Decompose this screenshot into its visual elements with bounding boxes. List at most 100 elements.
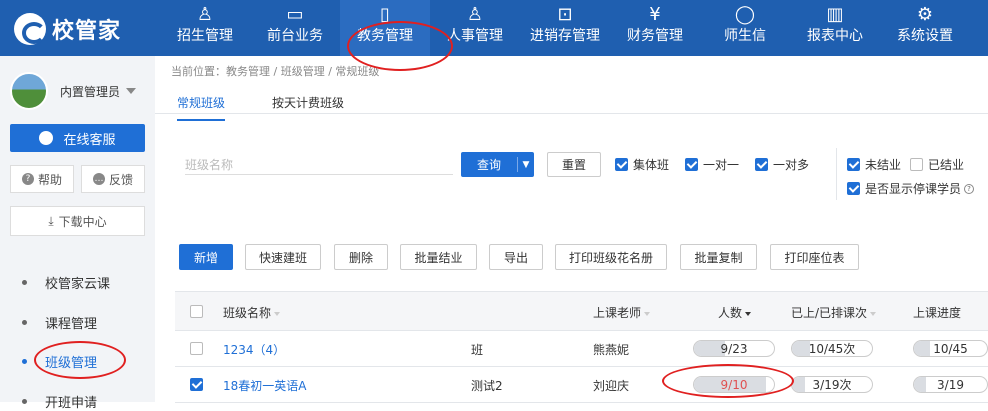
class-name-link[interactable]: 1234（4） bbox=[223, 341, 285, 358]
button-label: 删除 bbox=[348, 250, 373, 265]
checkbox-label: 是否显示停课学员 bbox=[865, 182, 962, 196]
nav-item-finance[interactable]: ¥ 财务管理 bbox=[610, 0, 700, 56]
nav-item-hr[interactable]: ♙ 人事管理 bbox=[430, 0, 520, 56]
chevron-down-icon[interactable]: ▼ bbox=[518, 160, 534, 170]
checkbox-label: 集体班 bbox=[633, 158, 670, 172]
service-label: 在线客服 bbox=[63, 132, 116, 148]
show-suspended-checkbox[interactable]: 是否显示停课学员? bbox=[847, 180, 975, 197]
nav-item-reports[interactable]: ▥ 报表中心 bbox=[790, 0, 880, 56]
not-finished-checkbox[interactable]: 未结业 bbox=[847, 156, 901, 173]
print-roster-button[interactable]: 打印班级花名册 bbox=[555, 244, 667, 270]
sidebar-item-classes[interactable]: 班级管理 bbox=[22, 352, 97, 371]
progress-fill bbox=[914, 377, 926, 392]
table-row[interactable]: 1234（4） 班 熊燕妮 9/23 10/45次 10/45 bbox=[175, 331, 988, 367]
question-icon[interactable]: ? bbox=[964, 183, 975, 194]
checkbox-label: 一对多 bbox=[773, 158, 810, 172]
class-partial-cell: 班 bbox=[471, 343, 484, 357]
gear-icon: ⚙ bbox=[916, 4, 934, 25]
header-teacher[interactable]: 上课老师 bbox=[593, 304, 651, 321]
tab-regular-class[interactable]: 常规班级 bbox=[177, 94, 226, 121]
checkbox-icon bbox=[910, 158, 923, 171]
header-progress[interactable]: 上课进度 bbox=[913, 304, 961, 321]
user-name: 内置管理员 bbox=[60, 84, 121, 99]
batch-copy-button[interactable]: 批量复制 bbox=[680, 244, 757, 270]
sort-icon bbox=[870, 311, 877, 316]
button-label: 打印座位表 bbox=[784, 250, 845, 265]
query-button[interactable]: 查询 ▼ bbox=[461, 152, 534, 177]
tab-bar: 常规班级 按天计费班级 bbox=[155, 84, 988, 121]
chat-icon: ◯ bbox=[734, 4, 756, 25]
row-checkbox[interactable] bbox=[190, 342, 203, 355]
print-seats-button[interactable]: 打印座位表 bbox=[770, 244, 859, 270]
sidebar-item-cloud-course[interactable]: 校管家云课 bbox=[22, 273, 110, 292]
button-label: 打印班级花名册 bbox=[568, 250, 653, 265]
sidebar-item-courses[interactable]: 课程管理 bbox=[22, 313, 97, 332]
online-service-button[interactable]: 在线客服 bbox=[10, 124, 145, 152]
checkbox-icon bbox=[847, 182, 860, 195]
nav-item-inventory[interactable]: ⊡ 进销存管理 bbox=[520, 0, 610, 56]
quick-create-button[interactable]: 快速建班 bbox=[245, 244, 321, 270]
export-button[interactable]: 导出 bbox=[489, 244, 543, 270]
checkbox-label: 一对一 bbox=[703, 158, 740, 172]
class-progress: 3/19 bbox=[913, 376, 988, 393]
checkbox-icon bbox=[685, 158, 698, 171]
sort-icon bbox=[644, 311, 651, 316]
nav-label: 招生管理 bbox=[177, 28, 233, 44]
table-row[interactable]: 18春初一英语A 测试2 刘迎庆 9/10 3/19次 3/19 bbox=[175, 367, 988, 403]
button-label: 快速建班 bbox=[258, 250, 307, 265]
nav-item-messaging[interactable]: ◯ 师生信 bbox=[700, 0, 790, 56]
finished-checkbox[interactable]: 已结业 bbox=[910, 156, 964, 173]
count-progress: 9/10 bbox=[693, 376, 775, 393]
group-class-checkbox[interactable]: 集体班 bbox=[615, 156, 669, 173]
yen-shield-icon: ¥ bbox=[649, 4, 661, 25]
teacher-cell: 刘迎庆 bbox=[593, 379, 630, 393]
chat-bubble-icon bbox=[39, 131, 54, 145]
nav-item-settings[interactable]: ⚙ 系统设置 bbox=[880, 0, 970, 56]
download-icon: ⤓ bbox=[48, 213, 54, 228]
delete-button[interactable]: 删除 bbox=[334, 244, 388, 270]
batch-finish-button[interactable]: 批量结业 bbox=[400, 244, 477, 270]
query-label: 查询 bbox=[476, 158, 501, 172]
nav-label: 前台业务 bbox=[267, 28, 323, 44]
tab-daily-billing-class[interactable]: 按天计费班级 bbox=[272, 94, 344, 119]
header-sessions[interactable]: 已上/已排课次 bbox=[791, 304, 877, 321]
header-label: 上课老师 bbox=[593, 306, 642, 320]
nav-item-front-desk[interactable]: ▭ 前台业务 bbox=[250, 0, 340, 56]
help-label: 帮助 bbox=[37, 172, 62, 187]
inbox-icon: ⊡ bbox=[557, 4, 573, 25]
progress-label: 3/19 bbox=[937, 377, 964, 392]
add-button[interactable]: 新增 bbox=[179, 244, 233, 270]
nav-label: 师生信 bbox=[724, 28, 766, 44]
download-center-button[interactable]: ⤓ 下载中心 bbox=[10, 206, 145, 236]
nav-item-academic[interactable]: ▯ 教务管理 bbox=[340, 0, 430, 56]
progress-label: 3/19次 bbox=[812, 378, 852, 392]
feedback-button[interactable]: … 反馈 bbox=[81, 165, 145, 193]
progress-fill bbox=[792, 341, 810, 356]
header-count[interactable]: 人数 bbox=[718, 304, 752, 321]
header-class-name[interactable]: 班级名称 bbox=[223, 304, 281, 321]
app-logo[interactable]: 校管家 bbox=[14, 13, 121, 45]
class-name-input[interactable]: 班级名称 bbox=[185, 153, 453, 175]
class-table: 班级名称 上课老师 人数 已上/已排课次 上课进度 1234（4） 班 熊燕妮 … bbox=[175, 291, 988, 403]
nav-item-enrollment[interactable]: ♙ 招生管理 bbox=[160, 0, 250, 56]
progress-label: 10/45 bbox=[933, 341, 968, 356]
progress-label: 9/10 bbox=[720, 377, 748, 392]
row-checkbox[interactable] bbox=[190, 378, 203, 391]
sort-desc-icon bbox=[745, 311, 752, 316]
header-label: 人数 bbox=[718, 306, 743, 320]
feedback-label: 反馈 bbox=[108, 172, 133, 187]
select-all-checkbox[interactable] bbox=[190, 305, 203, 318]
one-to-one-checkbox[interactable]: 一对一 bbox=[685, 156, 739, 173]
checkbox-icon bbox=[755, 158, 768, 171]
button-label: 批量结业 bbox=[414, 250, 463, 265]
one-to-many-checkbox[interactable]: 一对多 bbox=[755, 156, 809, 173]
sidebar-item-label: 课程管理 bbox=[45, 317, 98, 332]
header-label: 已上/已排课次 bbox=[791, 306, 868, 320]
help-button[interactable]: ? 帮助 bbox=[10, 165, 74, 193]
progress-label: 10/45次 bbox=[808, 342, 856, 356]
user-menu[interactable]: 内置管理员 bbox=[10, 72, 137, 110]
checkbox-icon bbox=[847, 158, 860, 171]
reset-button[interactable]: 重置 bbox=[547, 152, 601, 177]
question-icon: ? bbox=[21, 173, 34, 185]
class-name-link[interactable]: 18春初一英语A bbox=[223, 377, 306, 394]
